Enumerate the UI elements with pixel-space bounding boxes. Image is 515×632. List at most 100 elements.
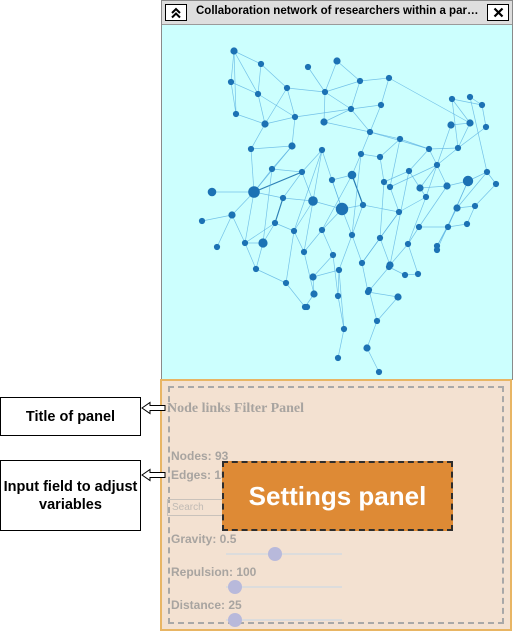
graph-node[interactable]	[483, 168, 491, 176]
graph-node[interactable]	[433, 246, 441, 254]
graph-node[interactable]	[340, 325, 348, 333]
graph-node[interactable]	[308, 196, 318, 206]
graph-node[interactable]	[357, 150, 365, 158]
graph-node[interactable]	[254, 90, 262, 98]
graph-node[interactable]	[375, 368, 383, 376]
graph-node[interactable]	[268, 165, 276, 173]
graph-node[interactable]	[228, 211, 236, 219]
graph-node[interactable]	[466, 93, 474, 101]
graph-node[interactable]	[335, 266, 343, 274]
graph-node[interactable]	[405, 167, 413, 175]
graph-node[interactable]	[334, 354, 342, 362]
graph-node[interactable]	[433, 161, 441, 169]
graph-node[interactable]	[359, 201, 367, 209]
graph-node[interactable]	[415, 223, 423, 231]
close-x-icon[interactable]	[487, 4, 509, 21]
graph-node[interactable]	[247, 145, 255, 153]
graph-node[interactable]	[365, 286, 373, 294]
graph-node[interactable]	[376, 234, 384, 242]
slider-thumb[interactable]	[267, 547, 282, 561]
graph-node[interactable]	[454, 144, 462, 152]
graph-node[interactable]	[282, 279, 290, 287]
graph-node[interactable]	[395, 208, 403, 216]
repulsion-slider[interactable]	[226, 580, 342, 594]
graph-node[interactable]	[386, 183, 394, 191]
graph-node[interactable]	[230, 47, 238, 55]
graph-node[interactable]	[309, 273, 317, 281]
graph-node[interactable]	[356, 77, 364, 85]
double-chevron-up-icon[interactable]	[165, 4, 187, 21]
distance-slider[interactable]	[226, 613, 342, 627]
graph-node[interactable]	[334, 292, 342, 300]
graph-node[interactable]	[321, 88, 329, 96]
graph-node[interactable]	[363, 344, 371, 352]
graph-node[interactable]	[348, 231, 356, 239]
graph-node[interactable]	[447, 121, 455, 129]
graph-link	[285, 282, 306, 308]
graph-node[interactable]	[329, 251, 337, 259]
graph-node[interactable]	[318, 146, 326, 154]
graph-node[interactable]	[466, 119, 474, 127]
graph-node[interactable]	[213, 243, 221, 251]
slider-thumb[interactable]	[228, 613, 243, 627]
graph-node[interactable]	[463, 220, 471, 228]
graph-node[interactable]	[380, 178, 388, 186]
graph-node[interactable]	[347, 105, 355, 113]
graph-node[interactable]	[298, 168, 306, 176]
graph-node[interactable]	[471, 202, 479, 210]
graph-node[interactable]	[283, 84, 291, 92]
graph-node[interactable]	[377, 101, 385, 109]
graph-node[interactable]	[241, 239, 249, 247]
graph-node[interactable]	[333, 57, 341, 65]
graph-node[interactable]	[422, 193, 430, 201]
graph-node[interactable]	[366, 128, 374, 136]
graph-node[interactable]	[318, 226, 326, 234]
graph-node[interactable]	[303, 303, 311, 311]
graph-node[interactable]	[404, 240, 412, 248]
graph-node[interactable]	[310, 290, 318, 298]
graph-node[interactable]	[347, 170, 357, 180]
graph-node[interactable]	[227, 78, 235, 86]
graph-node[interactable]	[290, 227, 298, 235]
graph-node[interactable]	[257, 60, 265, 68]
graph-node[interactable]	[385, 74, 393, 82]
graph-node[interactable]	[482, 123, 490, 131]
graph-node[interactable]	[207, 187, 217, 197]
graph-node[interactable]	[385, 263, 393, 271]
network-graph[interactable]	[162, 25, 513, 380]
graph-node[interactable]	[414, 270, 422, 278]
graph-node[interactable]	[328, 176, 336, 184]
graph-node[interactable]	[376, 153, 384, 161]
graph-node[interactable]	[358, 259, 366, 267]
graph-node[interactable]	[462, 175, 474, 187]
graph-node[interactable]	[300, 248, 308, 256]
graph-node[interactable]	[304, 63, 312, 71]
graph-node[interactable]	[416, 184, 424, 192]
graph-node[interactable]	[198, 217, 206, 225]
graph-node[interactable]	[248, 186, 260, 198]
graph-node[interactable]	[394, 293, 402, 301]
graph-node[interactable]	[444, 223, 452, 231]
graph-link	[257, 93, 266, 125]
graph-node[interactable]	[453, 204, 461, 212]
graph-node[interactable]	[373, 317, 381, 325]
graph-node[interactable]	[443, 182, 451, 190]
graph-node[interactable]	[320, 118, 328, 126]
graph-node[interactable]	[291, 113, 299, 121]
graph-node[interactable]	[401, 271, 409, 279]
slider-thumb[interactable]	[228, 580, 243, 594]
graph-node[interactable]	[232, 110, 240, 118]
graph-node[interactable]	[288, 142, 296, 150]
graph-node[interactable]	[396, 135, 404, 143]
graph-node[interactable]	[492, 180, 500, 188]
graph-node[interactable]	[261, 120, 269, 128]
graph-node[interactable]	[258, 238, 268, 248]
graph-node[interactable]	[448, 95, 456, 103]
graph-node[interactable]	[252, 265, 260, 273]
graph-node[interactable]	[271, 219, 279, 227]
gravity-slider[interactable]	[226, 547, 342, 561]
graph-node[interactable]	[478, 101, 486, 109]
graph-node[interactable]	[425, 145, 433, 153]
graph-node[interactable]	[279, 194, 287, 202]
graph-node[interactable]	[335, 202, 349, 216]
